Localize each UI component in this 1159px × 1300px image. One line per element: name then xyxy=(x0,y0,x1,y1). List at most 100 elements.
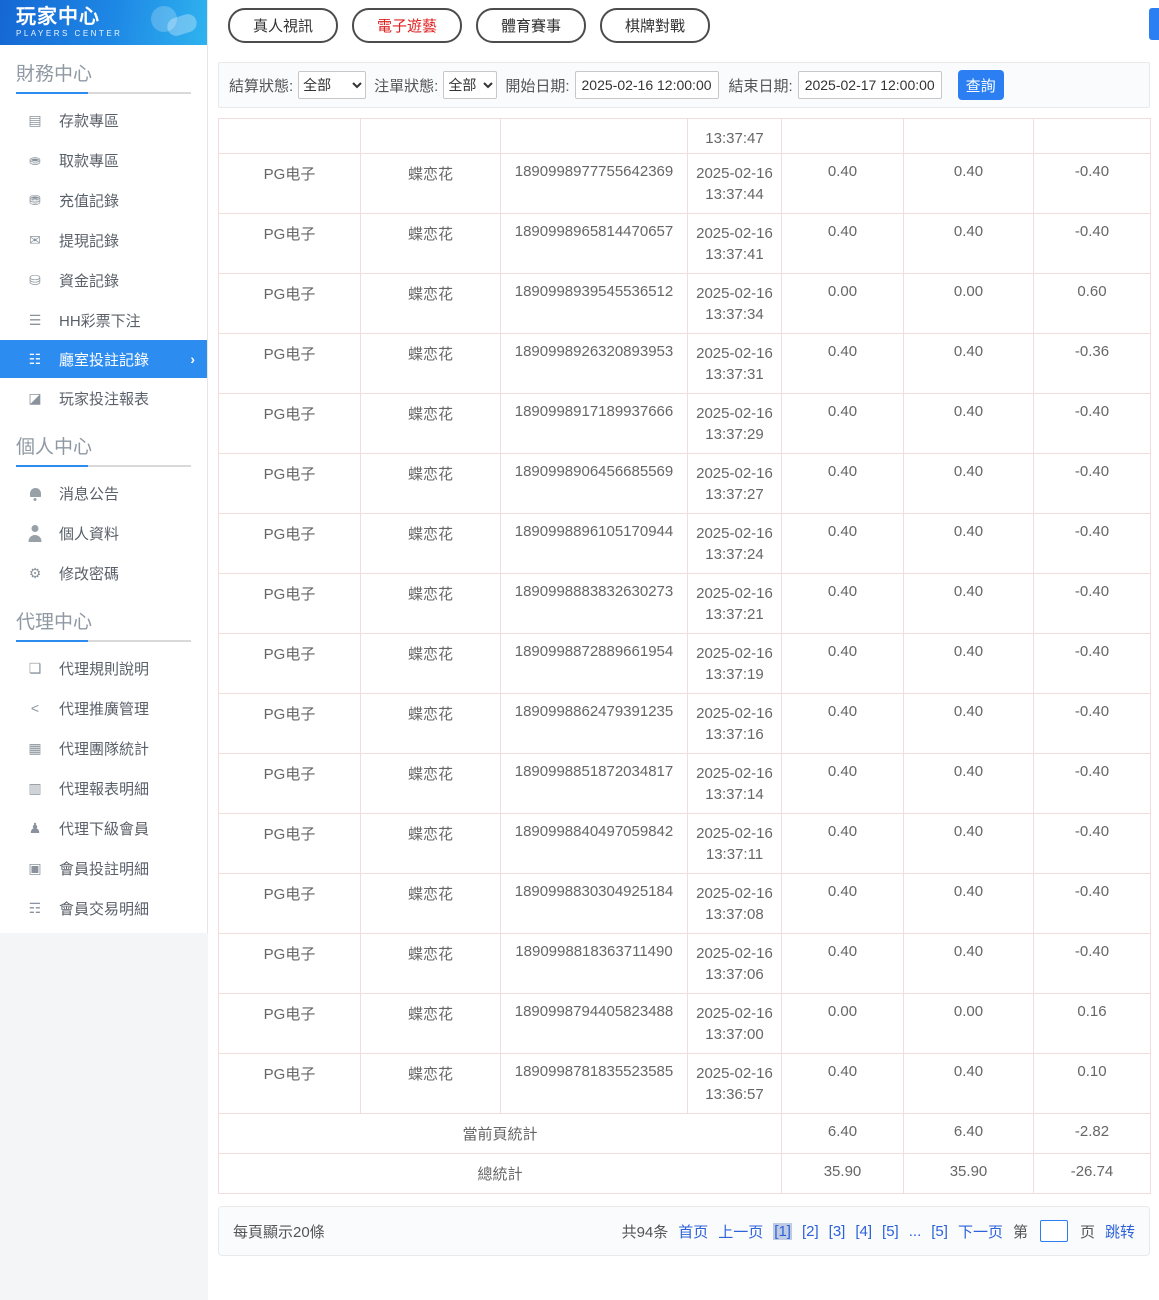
provider-cell: PG电子 xyxy=(218,993,361,1054)
game-category-tab[interactable]: 真人視訊 xyxy=(228,7,339,43)
sidebar-item-label: 代理報表明細 xyxy=(59,780,150,798)
game-cell: 蝶恋花 xyxy=(360,873,501,934)
recharge-record-icon: ⛃ xyxy=(29,191,41,208)
page-summary-valid-bet: 6.40 xyxy=(903,1113,1034,1154)
main-content: 真人視訊 電子遊藝 體育賽事 棋牌對戰 結算狀態: 全部 注單狀態: 全部 開始… xyxy=(208,0,1159,1300)
provider-cell: PG电子 xyxy=(218,933,361,994)
table-row: PG电子 蝶恋花 1890998862479391235 2025-02-16 1… xyxy=(218,693,1151,754)
sidebar-item[interactable]: ❏ 代理規則說明 xyxy=(0,648,207,688)
gear-icon: ⚙ xyxy=(28,564,42,581)
game-cell: 蝶恋花 xyxy=(360,753,501,814)
sidebar-item-label: 代理規則說明 xyxy=(59,660,150,678)
sidebar-item[interactable]: ⚙ 修改密碼 xyxy=(0,553,207,593)
sidebar-item[interactable]: ◪ 玩家投注報表 xyxy=(0,378,207,418)
prev-page-link[interactable]: 上一页 xyxy=(718,1221,763,1242)
end-date-input[interactable] xyxy=(797,71,942,99)
page-number-link[interactable]: [5] xyxy=(931,1223,948,1240)
game-category-tab[interactable]: 棋牌對戰 xyxy=(600,7,711,43)
page-number-link[interactable]: [5] xyxy=(882,1223,899,1240)
section-divider xyxy=(16,465,191,467)
valid-bet-cell: 0.00 xyxy=(903,993,1034,1054)
section-title-finance: 財務中心 xyxy=(16,64,93,85)
bet-time-cell: 2025-02-16 13:37:24 xyxy=(687,513,782,574)
sidebar-item[interactable]: ☶ 會員交易明細 xyxy=(0,888,207,928)
page-number-link[interactable]: [4] xyxy=(855,1223,872,1240)
page-number-link[interactable]: [1] xyxy=(773,1222,792,1240)
start-date-input[interactable] xyxy=(574,71,719,99)
sidebar-item[interactable]: ☷ 廳室投註記錄 › xyxy=(0,340,207,378)
lottery-bet-icon: ☰ xyxy=(28,311,42,328)
win-loss-cell: -0.40 xyxy=(1033,513,1151,574)
section-divider xyxy=(16,92,191,94)
valid-bet-cell: 0.40 xyxy=(903,873,1034,934)
sidebar-item-label: 會員交易明細 xyxy=(59,900,150,918)
members-icon: ♟ xyxy=(28,819,42,836)
settle-status-select[interactable]: 全部 xyxy=(298,71,367,99)
win-loss-cell: -0.36 xyxy=(1033,333,1151,394)
page-size-text: 每頁顯示20條 xyxy=(233,1223,325,1241)
bet-amount-cell: 0.40 xyxy=(781,933,904,994)
jump-suffix-label: 页 xyxy=(1079,1223,1095,1241)
jump-page-input[interactable] xyxy=(1039,1220,1068,1242)
sidebar-item[interactable]: ▦ 代理團隊統計 xyxy=(0,728,207,768)
valid-bet-cell: 0.40 xyxy=(903,753,1034,814)
jump-button[interactable]: 跳转 xyxy=(1105,1221,1135,1242)
report-detail-icon: ▥ xyxy=(28,779,42,796)
provider-cell: PG电子 xyxy=(218,813,361,874)
players-center-page: 玩家中心 PLAYERS CENTER 財務中心 ▤ 存款專區 ⛂ 取款專區 ⛃… xyxy=(0,0,1159,1300)
sidebar-item[interactable]: ⛁ 資金記錄 xyxy=(0,260,207,300)
sidebar-item-label: 資金記錄 xyxy=(59,272,120,290)
table-row: PG电子 蝶恋花 1890998840497059842 2025-02-16 1… xyxy=(218,813,1151,874)
sidebar-item[interactable]: ⛂ 取款專區 xyxy=(0,140,207,180)
page-number-link[interactable]: [2] xyxy=(802,1223,819,1240)
win-loss-cell: -0.40 xyxy=(1033,213,1151,274)
sidebar-item-label: 代理團隊統計 xyxy=(59,740,150,758)
sidebar-item[interactable]: 消息公告 xyxy=(0,473,207,513)
sidebar-item[interactable]: < 代理推廣管理 xyxy=(0,688,207,728)
game-cell: 蝶恋花 xyxy=(360,153,501,214)
sidebar-item[interactable]: ⛃ 充值記錄 xyxy=(0,180,207,220)
sidebar-item[interactable]: ▣ 會員投註明細 xyxy=(0,848,207,888)
sidebar-item-label: 玩家投注報表 xyxy=(59,390,150,408)
bet-time-cell: 2025-02-16 13:37:08 xyxy=(687,873,782,934)
game-cell: 蝶恋花 xyxy=(360,633,501,694)
order-status-select[interactable]: 全部 xyxy=(443,71,498,99)
withdraw-icon: ⛂ xyxy=(29,151,41,168)
valid-bet-cell: 0.40 xyxy=(903,573,1034,634)
game-cell: 蝶恋花 xyxy=(360,693,501,754)
page-summary-row: 當前頁統計 6.40 6.40 -2.82 xyxy=(218,1113,1151,1154)
game-category-tab[interactable]: 體育賽事 xyxy=(476,7,587,43)
next-page-link[interactable]: 下一页 xyxy=(958,1221,1003,1242)
bet-amount-cell: 0.40 xyxy=(781,813,904,874)
floating-widget[interactable] xyxy=(1149,8,1159,40)
first-page-link[interactable]: 首页 xyxy=(678,1221,708,1242)
win-loss-cell: -0.40 xyxy=(1033,753,1151,814)
search-button[interactable]: 查詢 xyxy=(957,70,1004,100)
sidebar-item[interactable]: ♟ 代理下級會員 xyxy=(0,808,207,848)
app-logo: 玩家中心 PLAYERS CENTER xyxy=(0,0,207,45)
win-loss-cell: -0.40 xyxy=(1033,633,1151,694)
order-no-cell: 1890998851872034817 xyxy=(500,753,688,814)
game-cell: 蝶恋花 xyxy=(360,933,501,994)
app-subtitle: PLAYERS CENTER xyxy=(16,29,123,38)
withdrawal-record-icon: ✉ xyxy=(29,231,41,248)
sidebar-item[interactable]: ▥ 代理報表明細 xyxy=(0,768,207,808)
game-cell: 蝶恋花 xyxy=(360,213,501,274)
game-category-tab[interactable]: 電子遊藝 xyxy=(352,7,463,43)
chevron-right-icon: › xyxy=(190,351,195,367)
sidebar-item[interactable]: 個人資料 xyxy=(0,513,207,553)
sidebar-item[interactable]: ✉ 提現記錄 xyxy=(0,220,207,260)
bet-time-cell: 2025-02-16 13:37:41 xyxy=(687,213,782,274)
game-category-tabs: 真人視訊 電子遊藝 體育賽事 棋牌對戰 xyxy=(218,0,1150,50)
page-number-link[interactable]: [3] xyxy=(829,1223,846,1240)
table-row: PG电子 蝶恋花 1890998830304925184 2025-02-16 1… xyxy=(218,873,1151,934)
page-number-link[interactable]: ... xyxy=(909,1223,922,1240)
sidebar-item-label: 廳室投註記錄 xyxy=(59,351,150,369)
share-icon: < xyxy=(30,700,40,716)
win-loss-cell: -0.40 xyxy=(1033,453,1151,514)
provider-cell: PG电子 xyxy=(218,393,361,454)
sidebar-item[interactable]: ▤ 存款專區 xyxy=(0,100,207,140)
sidebar-item[interactable]: ☰ HH彩票下注 xyxy=(0,300,207,340)
game-cell: 蝶恋花 xyxy=(360,513,501,574)
valid-bet-cell: 0.40 xyxy=(903,333,1034,394)
